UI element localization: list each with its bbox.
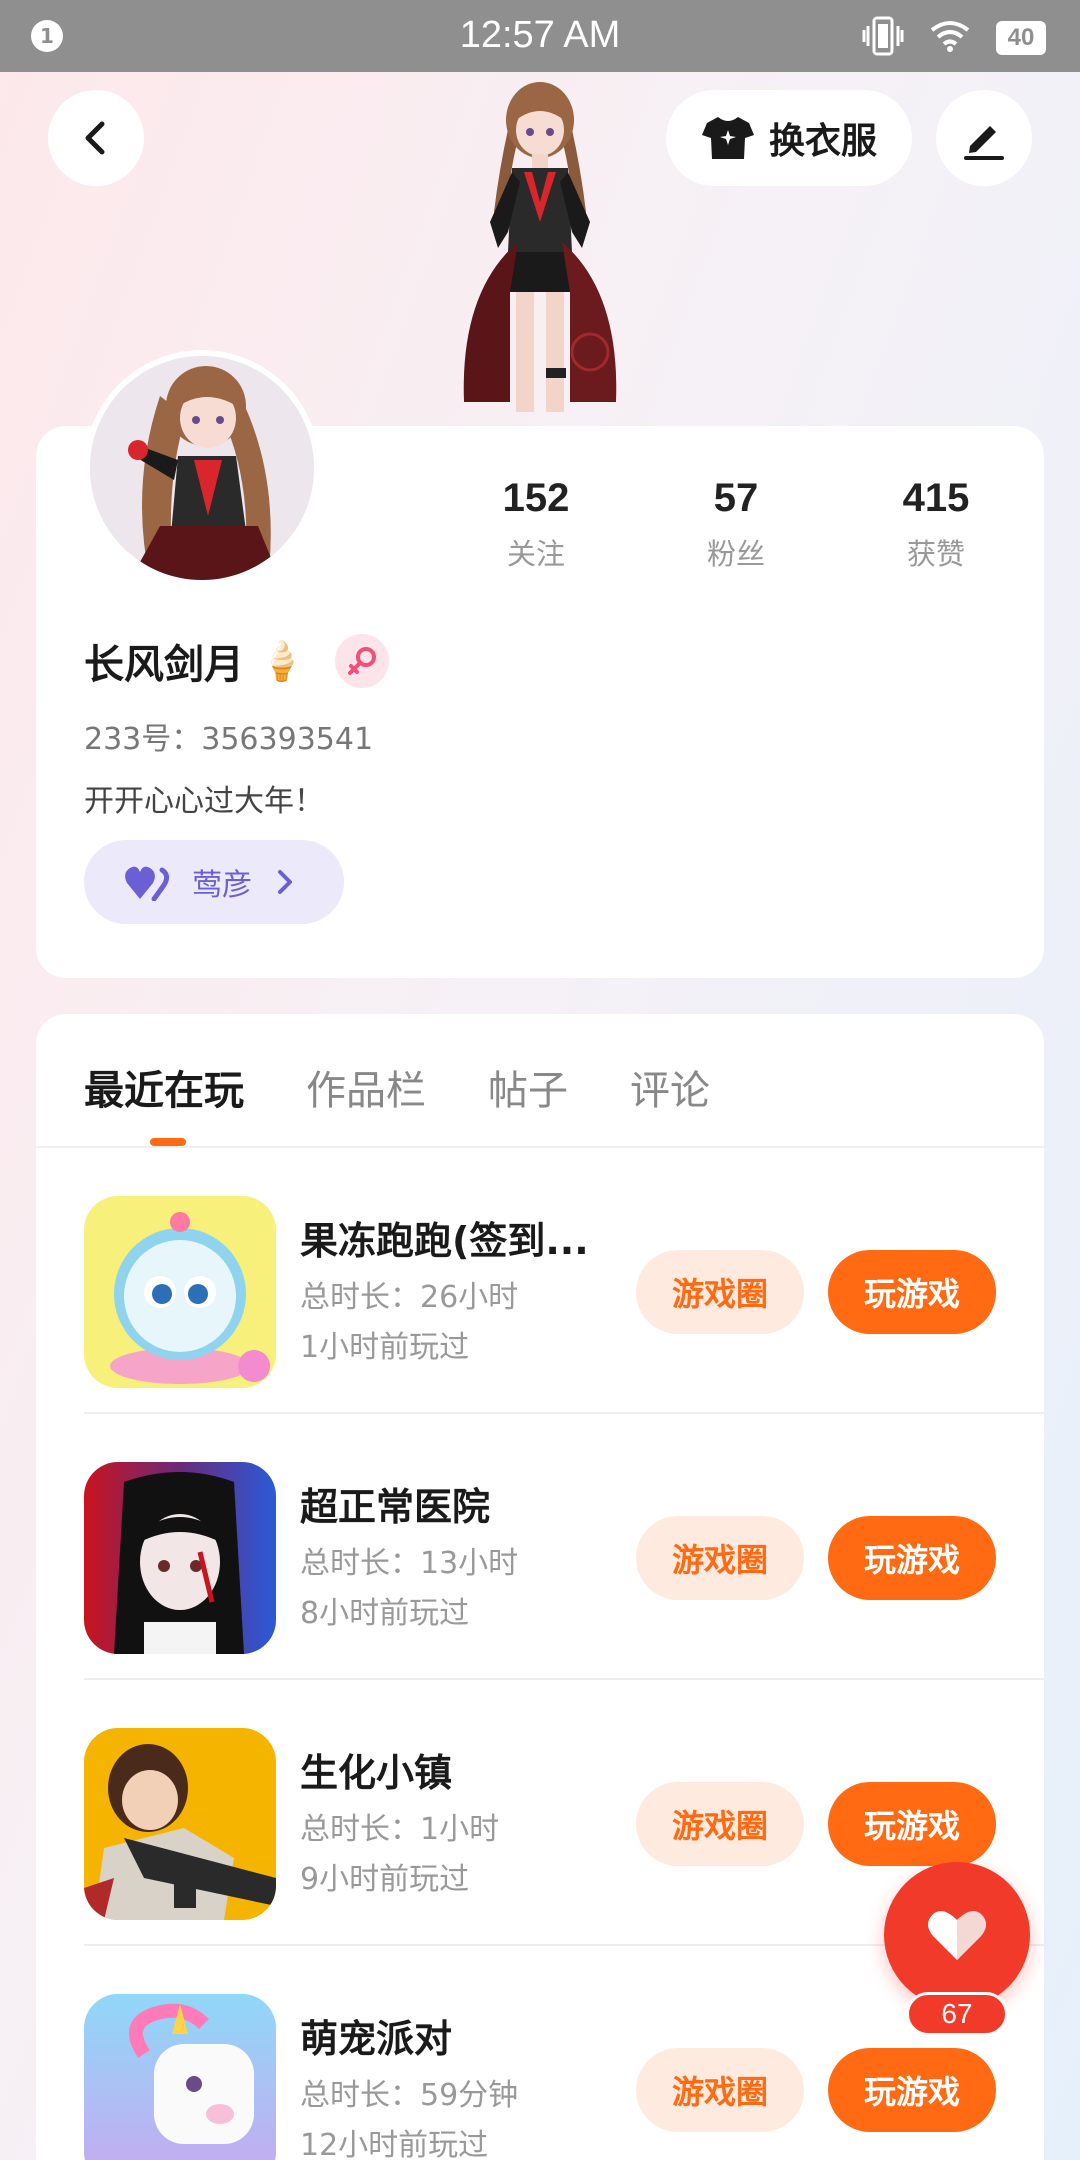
game-total-time: 总时长：59分钟 bbox=[300, 2078, 519, 2113]
profile-avatar[interactable] bbox=[84, 350, 320, 586]
back-button[interactable] bbox=[48, 90, 144, 186]
game-last-played: 12小时前玩过 bbox=[300, 2128, 489, 2160]
game-icon-jelly-run[interactable] bbox=[84, 1196, 276, 1388]
pencil-icon bbox=[964, 126, 1004, 160]
game-total-time: 总时长：26小时 bbox=[300, 1280, 519, 1315]
game-circle-button[interactable]: 游戏圈 bbox=[636, 1250, 804, 1334]
game-name: 果冻跑跑(签到... bbox=[300, 1219, 589, 1263]
stat-followers[interactable]: 57 粉丝 bbox=[636, 476, 836, 573]
stat-following-label: 关注 bbox=[506, 537, 565, 571]
tab-comments[interactable]: 评论 bbox=[630, 1058, 710, 1116]
stat-likes-label: 获赞 bbox=[906, 537, 965, 571]
like-count-badge: 67 bbox=[906, 1992, 1008, 2036]
ice-cream-emoji: 🍦 bbox=[258, 638, 306, 683]
vibrate-icon bbox=[862, 16, 904, 60]
stat-followers-value: 57 bbox=[713, 476, 759, 520]
stat-following-value: 152 bbox=[502, 476, 570, 520]
profile-stats: 152 关注 57 粉丝 415 获赞 bbox=[476, 476, 1036, 573]
game-name: 萌宠派对 bbox=[300, 2017, 453, 2061]
username: 长风剑月 bbox=[84, 642, 244, 688]
status-bar: 1 12:57 AM 40 bbox=[0, 0, 1080, 72]
game-row[interactable]: 超正常医院 总时长：13小时 8小时前玩过 游戏圈 玩游戏 bbox=[84, 1414, 1044, 1680]
stat-followers-label: 粉丝 bbox=[706, 537, 765, 571]
game-row[interactable]: 果冻跑跑(签到... 总时长：26小时 1小时前玩过 游戏圈 玩游戏 bbox=[84, 1148, 1044, 1414]
like-button[interactable] bbox=[884, 1862, 1030, 2008]
game-circle-button[interactable]: 游戏圈 bbox=[636, 2048, 804, 2132]
game-last-played: 9小时前玩过 bbox=[300, 1862, 470, 1897]
edit-profile-button[interactable] bbox=[936, 90, 1032, 186]
game-total-time: 总时长：1小时 bbox=[300, 1812, 500, 1847]
game-last-played: 1小时前玩过 bbox=[300, 1330, 470, 1365]
game-icon-bio-town[interactable] bbox=[84, 1728, 276, 1920]
profile-tabs: 最近在玩 作品栏 帖子 评论 bbox=[84, 1058, 710, 1116]
tab-posts[interactable]: 帖子 bbox=[488, 1058, 568, 1116]
stat-following[interactable]: 152 关注 bbox=[436, 476, 636, 573]
avatar-image bbox=[90, 356, 314, 580]
female-gender-icon bbox=[335, 634, 390, 688]
battery-icon: 40 bbox=[996, 21, 1046, 55]
play-game-button[interactable]: 玩游戏 bbox=[828, 1250, 996, 1334]
chevron-right-icon bbox=[278, 870, 292, 894]
game-last-played: 8小时前玩过 bbox=[300, 1596, 470, 1631]
change-outfit-button[interactable]: 换衣服 bbox=[666, 90, 912, 186]
play-game-button[interactable]: 玩游戏 bbox=[828, 1782, 996, 1866]
change-outfit-label: 换衣服 bbox=[768, 121, 877, 162]
user-id: 233号：356393541 bbox=[84, 722, 374, 757]
avatar-3d-figure[interactable] bbox=[420, 72, 660, 427]
shirt-icon bbox=[701, 117, 754, 159]
game-circle-button[interactable]: 游戏圈 bbox=[636, 1516, 804, 1600]
stat-likes-value: 415 bbox=[902, 476, 970, 520]
content-card: 最近在玩 作品栏 帖子 评论 果冻跑跑(签到... 总时长：26小时 1小时前玩… bbox=[36, 1014, 1044, 2160]
game-total-time: 总时长：13小时 bbox=[300, 1546, 519, 1581]
play-game-button[interactable]: 玩游戏 bbox=[828, 1516, 996, 1600]
cp-relationship-tag[interactable]: 莺彦 bbox=[84, 840, 344, 924]
stat-likes[interactable]: 415 获赞 bbox=[836, 476, 1036, 573]
game-circle-button[interactable]: 游戏圈 bbox=[636, 1782, 804, 1866]
cp-name: 莺彦 bbox=[192, 868, 252, 903]
game-name: 生化小镇 bbox=[300, 1751, 453, 1795]
tab-works[interactable]: 作品栏 bbox=[306, 1058, 426, 1116]
heart-icon bbox=[928, 1911, 986, 1960]
game-name: 超正常医院 bbox=[300, 1485, 491, 1529]
profile-page: 1 12:57 AM 40 换衣服 152 关注 57 粉丝 415 获赞 长风… bbox=[0, 0, 1080, 2160]
active-tab-indicator bbox=[150, 1138, 186, 1146]
tab-recently-played[interactable]: 最近在玩 bbox=[84, 1058, 244, 1116]
wifi-icon bbox=[930, 20, 970, 56]
game-icon-normal-hospital[interactable] bbox=[84, 1462, 276, 1654]
user-bio: 开开心心过大年！ bbox=[84, 784, 324, 819]
play-game-button[interactable]: 玩游戏 bbox=[828, 2048, 996, 2132]
double-heart-icon bbox=[125, 866, 170, 901]
game-icon-pet-party[interactable] bbox=[84, 1994, 276, 2160]
chevron-left-icon bbox=[85, 121, 105, 155]
